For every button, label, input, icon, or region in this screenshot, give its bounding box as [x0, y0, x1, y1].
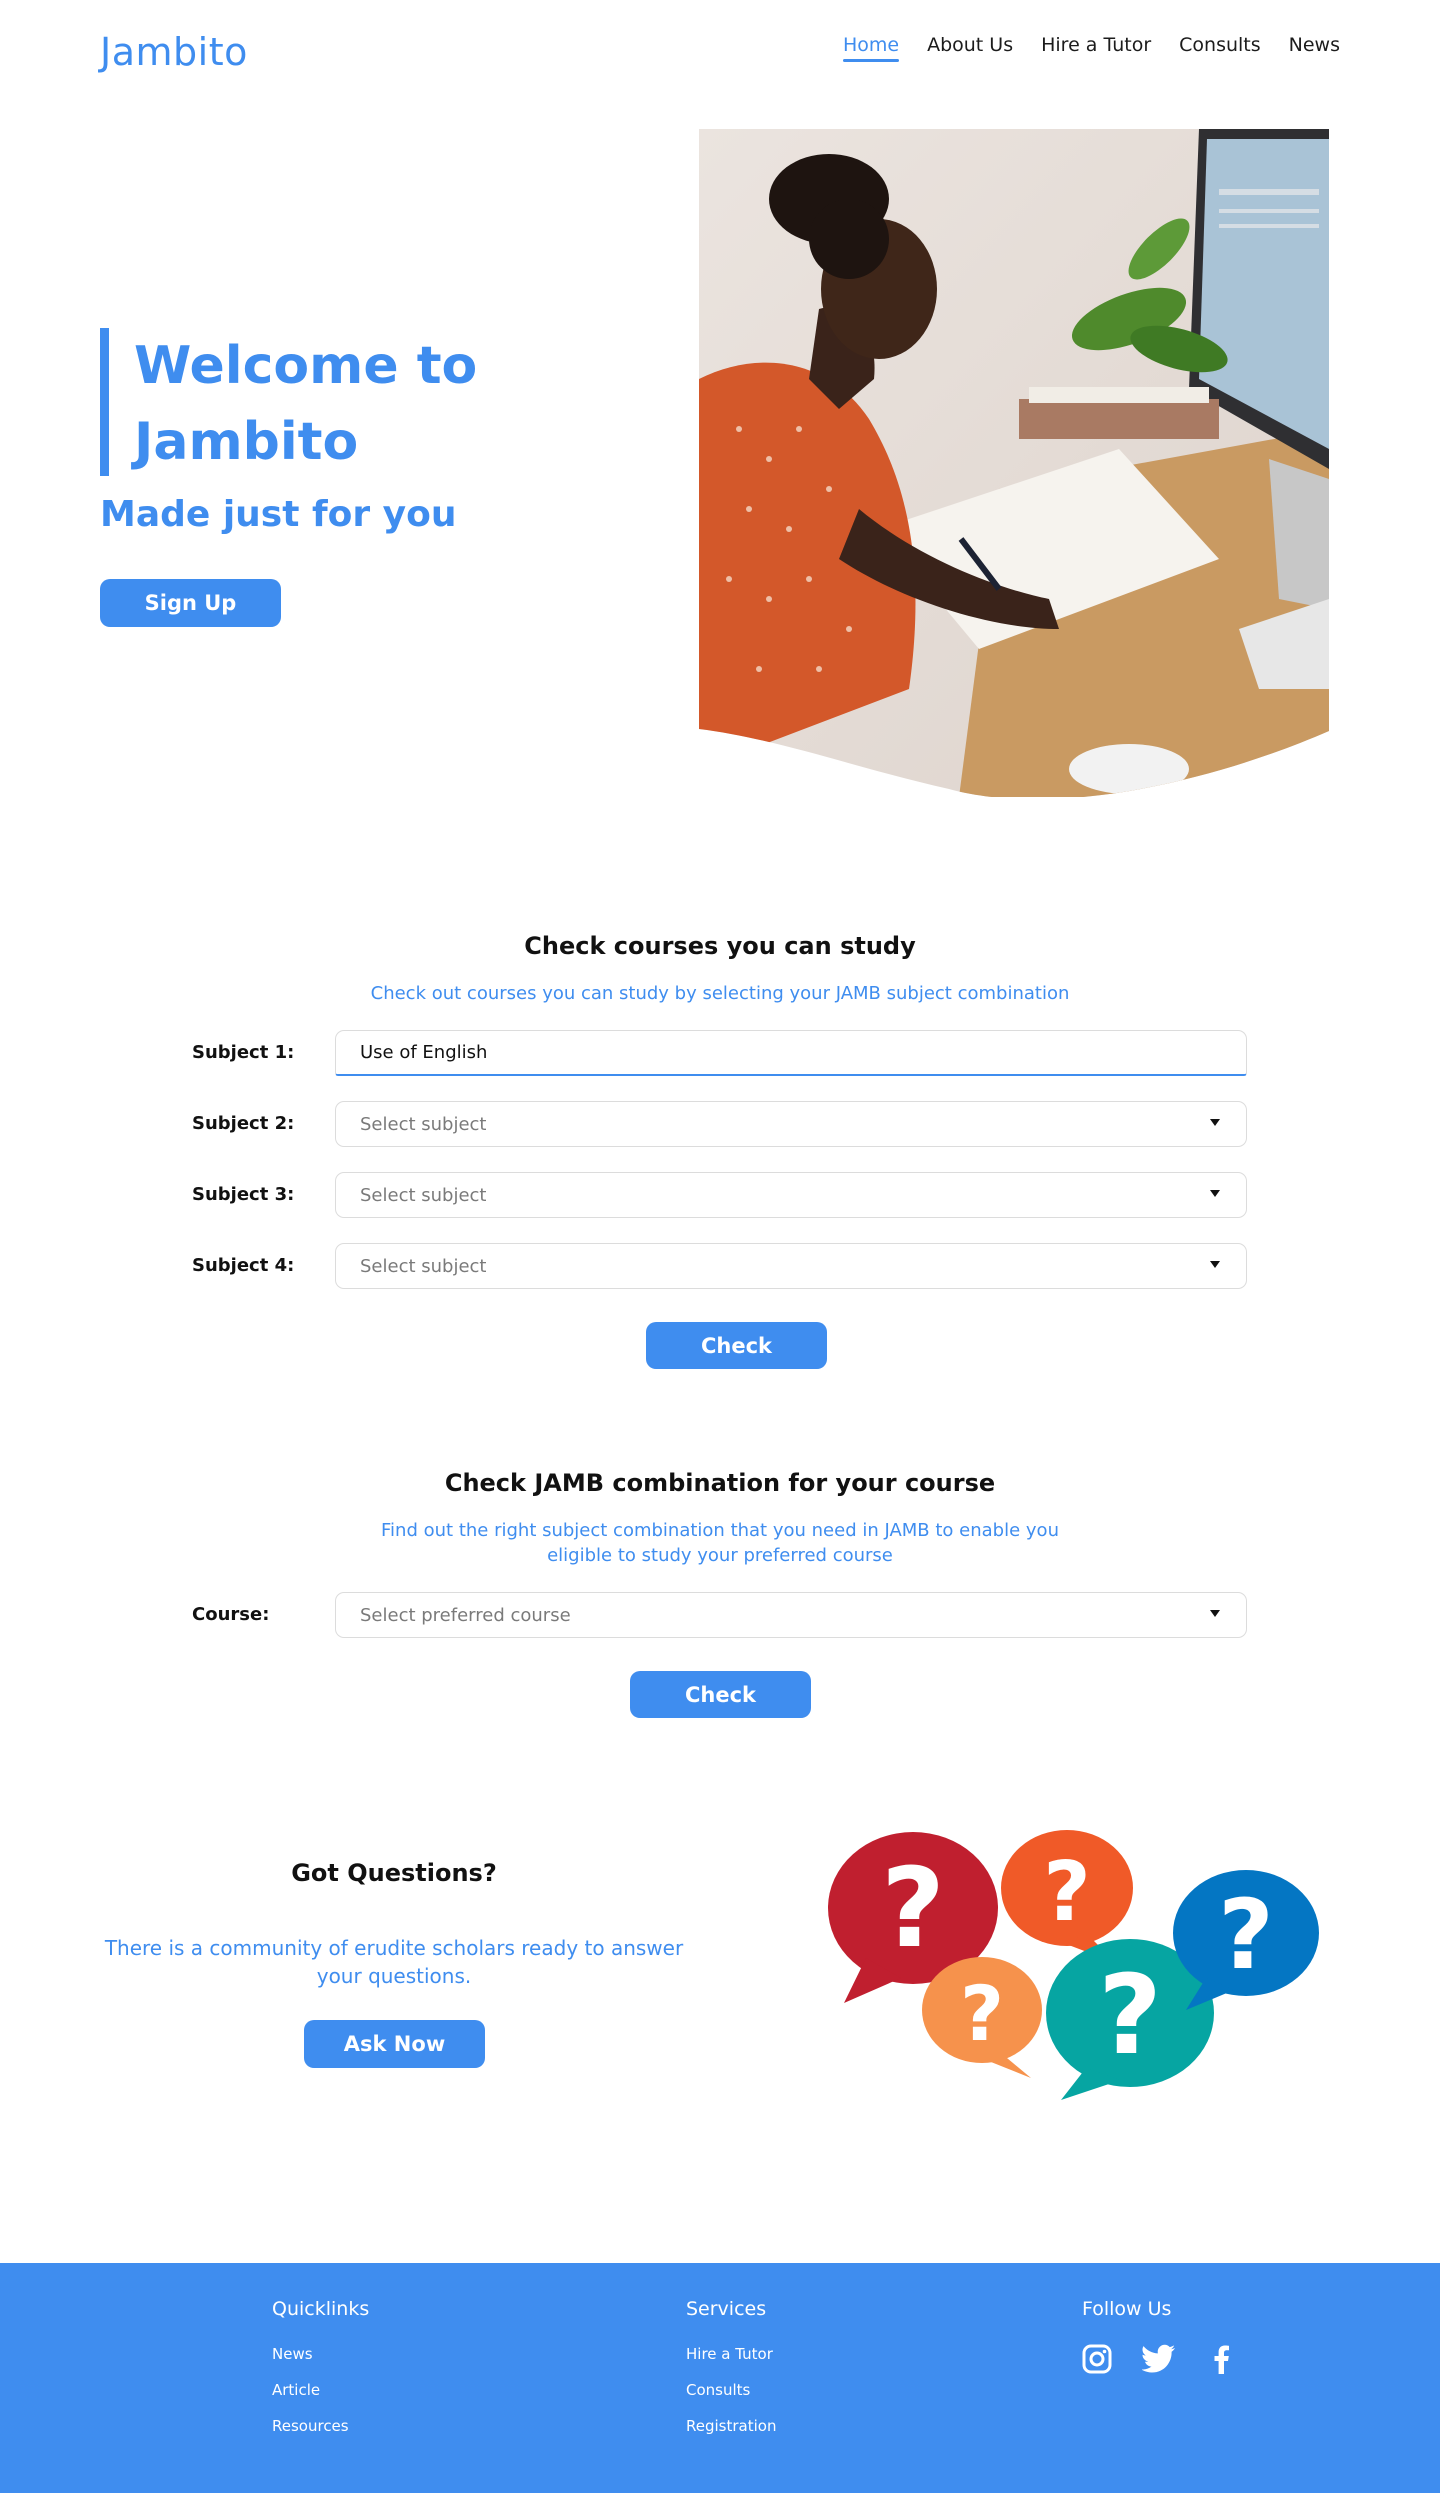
courses-section-description: Check out courses you can study by selec…	[370, 983, 1070, 1004]
footer-link-hire-a-tutor[interactable]: Hire a Tutor	[686, 2345, 773, 2363]
subject-4-placeholder: Select subject	[360, 1255, 487, 1277]
footer-link-news[interactable]: News	[272, 2345, 313, 2363]
nav-about-us[interactable]: About Us	[927, 34, 1013, 62]
courses-section-title: Check courses you can study	[524, 932, 916, 960]
subject-1-value: Use of English	[360, 1042, 488, 1063]
svg-text:?: ?	[960, 1969, 1004, 2058]
subject-3-select[interactable]: Select subject	[335, 1172, 1247, 1218]
subject-2-label: Subject 2:	[192, 1113, 295, 1134]
hero-title: Welcome to Jambito	[134, 336, 478, 472]
footer-link-resources[interactable]: Resources	[272, 2417, 349, 2435]
caret-down-icon	[1210, 1119, 1220, 1126]
svg-text:?: ?	[1098, 1951, 1162, 2079]
caret-down-icon	[1210, 1261, 1220, 1268]
footer-link-article[interactable]: Article	[272, 2381, 320, 2399]
check-courses-button[interactable]: Check	[646, 1322, 827, 1369]
subject-1-input[interactable]: Use of English	[335, 1030, 1247, 1076]
subject-4-label: Subject 4:	[192, 1255, 295, 1276]
combination-section-description: Find out the right subject combination t…	[381, 1520, 1059, 1566]
question-bubbles-illustration: ? ? ? ? ?	[828, 1830, 1319, 2100]
subject-4-select[interactable]: Select subject	[335, 1243, 1247, 1289]
site-logo[interactable]: Jambito	[100, 30, 248, 74]
facebook-icon[interactable]	[1204, 2342, 1238, 2376]
social-links	[1080, 2342, 1238, 2376]
hero-photo	[699, 129, 1329, 797]
course-label: Course:	[192, 1604, 270, 1625]
sign-up-button[interactable]: Sign Up	[100, 579, 281, 627]
course-select[interactable]: Select preferred course	[335, 1592, 1247, 1638]
footer-link-registration[interactable]: Registration	[686, 2417, 776, 2435]
check-combination-button[interactable]: Check	[630, 1671, 811, 1718]
course-placeholder: Select preferred course	[360, 1604, 571, 1626]
hero-accent-bar	[100, 328, 109, 476]
ask-now-button[interactable]: Ask Now	[304, 2020, 485, 2068]
subject-2-select[interactable]: Select subject	[335, 1101, 1247, 1147]
nav-hire-a-tutor[interactable]: Hire a Tutor	[1041, 34, 1151, 62]
subject-1-label: Subject 1:	[192, 1042, 295, 1063]
questions-title: Got Questions?	[291, 1859, 497, 1887]
combination-section-title: Check JAMB combination for your course	[444, 1469, 996, 1497]
nav-home[interactable]: Home	[842, 34, 900, 62]
subject-2-placeholder: Select subject	[360, 1113, 487, 1135]
twitter-icon[interactable]	[1142, 2342, 1176, 2376]
nav-consults[interactable]: Consults	[1179, 34, 1261, 62]
services-title: Services	[686, 2298, 767, 2320]
caret-down-icon	[1210, 1190, 1220, 1197]
quicklinks-title: Quicklinks	[272, 2298, 370, 2320]
svg-text:?: ?	[1218, 1879, 1274, 1991]
questions-description: There is a community of erudite scholars…	[104, 1936, 684, 1988]
main-nav: Home About Us Hire a Tutor Consults News	[842, 34, 1340, 62]
nav-news[interactable]: News	[1289, 34, 1340, 62]
instagram-icon[interactable]	[1080, 2342, 1114, 2376]
caret-down-icon	[1210, 1610, 1220, 1617]
svg-text:?: ?	[1043, 1845, 1091, 1940]
subject-3-label: Subject 3:	[192, 1184, 295, 1205]
hero-subtitle: Made just for you	[100, 494, 457, 535]
footer-link-consults[interactable]: Consults	[686, 2381, 750, 2399]
subject-3-placeholder: Select subject	[360, 1184, 487, 1206]
svg-text:?: ?	[881, 1844, 945, 1972]
follow-us-title: Follow Us	[1082, 2298, 1172, 2320]
